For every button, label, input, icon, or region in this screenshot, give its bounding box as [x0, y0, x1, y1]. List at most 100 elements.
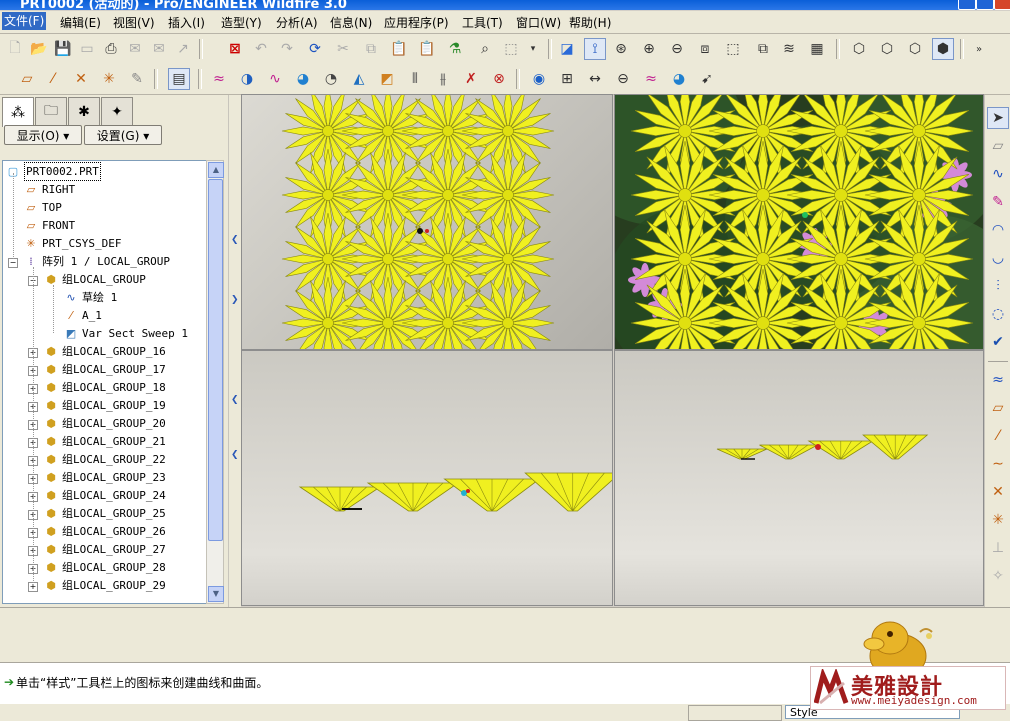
tree-item-sweep[interactable]: ◩ Var Sect Sweep 1: [63, 325, 188, 342]
scroll-up-icon[interactable]: ▲: [208, 162, 224, 178]
paste-icon[interactable]: 📋: [388, 38, 410, 60]
tree-item-root[interactable]: ▢ PRT0002.PRT: [5, 162, 101, 181]
tree-item-sketch[interactable]: ∿ 草绘 1: [63, 289, 117, 306]
selection-box-icon[interactable]: ⬚: [500, 38, 522, 60]
repaint-icon[interactable]: ◪: [556, 38, 578, 60]
menu-help[interactable]: 帮助(H): [569, 14, 611, 31]
settings-dropdown[interactable]: 设置(G) ▾: [84, 125, 162, 145]
scroll-thumb[interactable]: [208, 179, 223, 541]
tree-item-group[interactable]: ⬢ 组LOCAL_GROUP_25: [43, 505, 166, 522]
no-hidden-icon[interactable]: ⬡: [904, 38, 926, 60]
viewport-bottom-right[interactable]: [614, 350, 984, 606]
create-curve-icon[interactable]: ∿: [987, 163, 1009, 185]
measure-icon[interactable]: ⊞: [556, 68, 578, 90]
send-icon[interactable]: ↗: [172, 38, 194, 60]
expand-toggle[interactable]: +: [28, 582, 38, 592]
offset-analysis-icon[interactable]: ∿: [264, 68, 286, 90]
refresh-icon[interactable]: ⟳: [304, 38, 326, 60]
csys-tool-icon[interactable]: ✳: [987, 509, 1009, 531]
datum-axis-display-icon[interactable]: ⁄: [42, 68, 64, 90]
distance-icon[interactable]: ↔: [584, 68, 606, 90]
angle-icon[interactable]: ⊖: [612, 68, 634, 90]
tree-item-group[interactable]: ⬢ 组LOCAL_GROUP_18: [43, 379, 166, 396]
new-file-icon[interactable]: 🗋: [4, 38, 26, 60]
datum-plane-display-icon[interactable]: ▱: [16, 68, 38, 90]
tree-item-group[interactable]: ⬢ 组LOCAL_GROUP_22: [43, 451, 166, 468]
layers-icon[interactable]: ≋: [778, 38, 800, 60]
sketch-tool-icon[interactable]: ≈: [987, 369, 1009, 391]
delete-surface-analysis-icon[interactable]: ⊗: [488, 68, 510, 90]
paste-special-icon[interactable]: 📋: [416, 38, 438, 60]
menu-window[interactable]: 窗口(W): [516, 14, 561, 31]
menu-analysis[interactable]: 分析(A): [276, 14, 318, 31]
viewport-top-right[interactable]: [614, 94, 984, 350]
zoom-out-icon[interactable]: ⊖: [666, 38, 688, 60]
tree-item-group[interactable]: ⬢ 组LOCAL_GROUP_20: [43, 415, 166, 432]
menu-file[interactable]: 文件(F): [2, 12, 47, 30]
gaussian-curvature-icon[interactable]: ◕: [292, 68, 314, 90]
print-icon[interactable]: ⎙: [100, 38, 122, 60]
tree-item-group[interactable]: ⬢ 组LOCAL_GROUP_26: [43, 523, 166, 540]
view-manager-icon[interactable]: ▦: [806, 38, 828, 60]
shading-icon[interactable]: ⬢: [932, 38, 954, 60]
minimize-button[interactable]: [958, 0, 976, 10]
chevron-down-icon[interactable]: ▾: [522, 38, 544, 60]
plane-tool-icon[interactable]: ▱: [987, 397, 1009, 419]
menu-applications[interactable]: 应用程序(P): [384, 14, 449, 31]
done-check-icon[interactable]: ✔: [987, 331, 1009, 353]
spin-center-icon[interactable]: ⟟: [584, 38, 606, 60]
tree-item-right[interactable]: ▱ RIGHT: [23, 181, 75, 198]
save-icon[interactable]: 💾: [52, 38, 74, 60]
reflection-icon[interactable]: ⫴: [404, 68, 426, 90]
section-analysis-icon[interactable]: ◑: [236, 68, 258, 90]
curvature-icon[interactable]: ◔: [320, 68, 342, 90]
email-icon[interactable]: ✉: [124, 38, 146, 60]
curve-tool-icon[interactable]: ∼: [987, 453, 1009, 475]
context-help-icon[interactable]: ➹: [696, 68, 718, 90]
tree-item-top[interactable]: ▱ TOP: [23, 199, 62, 216]
viewport-top-left[interactable]: [241, 94, 613, 350]
relations-icon[interactable]: ⚗: [444, 38, 466, 60]
collapse-left-icon[interactable]: ❮: [231, 395, 239, 405]
viewport-bottom-left[interactable]: [241, 350, 613, 606]
tree-item-group[interactable]: ⬢ 组LOCAL_GROUP_17: [43, 361, 166, 378]
undo-icon[interactable]: ↶: [250, 38, 272, 60]
delete-curve-analysis-icon[interactable]: ✗: [460, 68, 482, 90]
tree-item-group[interactable]: ⬢ 组LOCAL_GROUP_23: [43, 469, 166, 486]
show-dropdown[interactable]: 显示(O) ▾: [4, 125, 82, 145]
collapse-left-icon[interactable]: ❮: [231, 235, 239, 245]
tree-item-group[interactable]: ⬢ 组LOCAL_GROUP_27: [43, 541, 166, 558]
tab-model-tree[interactable]: ⁂: [2, 97, 34, 127]
draft-analysis-icon[interactable]: ◭: [348, 68, 370, 90]
zoom-in-icon[interactable]: ⊕: [638, 38, 660, 60]
surface-check-icon[interactable]: ◕: [668, 68, 690, 90]
tree-item-group[interactable]: ⬢ 组LOCAL_GROUP_16: [43, 343, 166, 360]
select-icon[interactable]: ➤: [987, 107, 1009, 129]
csys-display-icon[interactable]: ✳: [98, 68, 120, 90]
tree-item-axis[interactable]: ⁄ A_1: [63, 307, 102, 324]
shade-analysis-icon[interactable]: ⫵: [432, 68, 454, 90]
tree-scrollbar[interactable]: ▲ ▼: [206, 160, 224, 604]
collapse-toggle[interactable]: −: [8, 258, 18, 268]
edit-curve-icon[interactable]: ✎: [987, 191, 1009, 213]
tree-item-group[interactable]: ⬢ 组LOCAL_GROUP_28: [43, 559, 166, 576]
menu-view[interactable]: 视图(V): [113, 14, 155, 31]
maximize-button[interactable]: [976, 0, 994, 10]
cut-icon[interactable]: ✂: [332, 38, 354, 60]
tab-folder-browser[interactable]: 🗀: [35, 97, 67, 125]
annotation-display-icon[interactable]: ✎: [126, 68, 148, 90]
menu-tools[interactable]: 工具(T): [462, 14, 503, 31]
datum-disabled-icon[interactable]: ✧: [987, 565, 1009, 587]
tree-item-pattern[interactable]: ⁞ 阵列 1 / LOCAL_GROUP: [23, 253, 170, 270]
refit-icon[interactable]: ⧈: [694, 38, 716, 60]
menu-styling[interactable]: 造型(Y): [221, 14, 262, 31]
tree-item-group[interactable]: ⬢ 组LOCAL_GROUP_29: [43, 577, 166, 594]
reorient-icon[interactable]: ⬚: [722, 38, 744, 60]
hidden-line-icon[interactable]: ⬡: [876, 38, 898, 60]
tab-connections[interactable]: ✦: [101, 97, 133, 125]
connect-surface-icon[interactable]: ◡: [987, 247, 1009, 269]
collapse-left-icon[interactable]: ❮: [231, 450, 239, 460]
toolbar-overflow-icon[interactable]: »: [968, 38, 990, 60]
redo-icon[interactable]: ↷: [276, 38, 298, 60]
tree-item-csys[interactable]: ✳ PRT_CSYS_DEF: [23, 235, 121, 252]
